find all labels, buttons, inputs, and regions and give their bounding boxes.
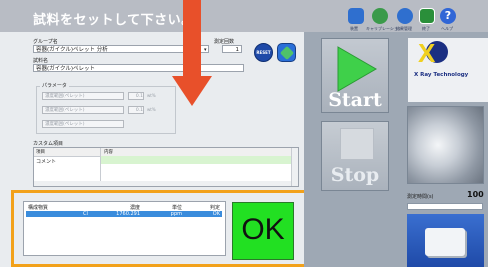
- custom-items-scrollbar[interactable]: [291, 148, 298, 186]
- highlight-frame: [11, 190, 307, 267]
- brand-logo: X X Ray Technology: [408, 38, 488, 102]
- sample-label: 試料名: [33, 58, 49, 64]
- param-3-label: 濃度範囲(ペレット): [45, 122, 85, 127]
- measurement-progress-bar: [407, 203, 483, 210]
- help-icon[interactable]: ?: [440, 8, 456, 24]
- down-arrow-icon: [172, 0, 212, 106]
- param-1-select[interactable]: 濃度範囲(ペレット): [42, 92, 124, 100]
- param-3-select[interactable]: 濃度範囲(ペレット): [42, 120, 124, 128]
- calibration-icon[interactable]: [372, 8, 388, 24]
- edit-settings-button[interactable]: [277, 43, 296, 62]
- edit-icon: [279, 45, 295, 61]
- custom-items-hscrollbar[interactable]: [34, 181, 291, 186]
- parameters-label: パラメータ: [40, 82, 69, 89]
- sample-camera-view: [407, 106, 484, 184]
- instrument-image: [407, 214, 484, 267]
- count-value: 1: [235, 47, 240, 53]
- results-icon[interactable]: [397, 8, 413, 24]
- comment-input[interactable]: [101, 156, 291, 164]
- param-1-label: 濃度範囲(ペレット): [45, 94, 85, 99]
- stop-icon: [340, 128, 374, 160]
- instrument-icon: [425, 228, 465, 256]
- param-2-label: 濃度範囲(ペレット): [45, 108, 85, 113]
- custom-header-item: 項目: [36, 150, 45, 155]
- count-stepper[interactable]: 1: [222, 45, 242, 53]
- reset-button[interactable]: RESET: [254, 43, 273, 62]
- start-label: Start: [328, 89, 382, 111]
- param-2-unit: wt%: [147, 107, 156, 112]
- sample-name-field[interactable]: 容器(ガイクル)ペレット: [33, 64, 244, 72]
- custom-items-label: カスタム項目: [33, 141, 64, 147]
- logo-x-icon: X: [418, 38, 436, 68]
- start-button[interactable]: Start: [321, 38, 389, 113]
- stop-label: Stop: [330, 164, 380, 186]
- device-icon[interactable]: [348, 8, 364, 24]
- param-1-value-field[interactable]: 0.1: [128, 92, 144, 100]
- param-1-unit: wt%: [147, 93, 156, 98]
- sample-name-value: 容器(ガイクル)ペレット: [36, 66, 96, 72]
- group-label: グループ名: [33, 39, 58, 45]
- play-icon: [337, 46, 377, 92]
- stop-button[interactable]: Stop: [321, 121, 389, 191]
- reset-label: RESET: [256, 50, 271, 55]
- count-label: 測定回数: [214, 39, 235, 45]
- exit-icon[interactable]: [419, 8, 435, 24]
- measurement-time-value: 100: [467, 190, 484, 199]
- measurement-time-label: 測定時間(s): [407, 194, 434, 200]
- group-select-value: 容器(ガイクル)ペレット 分析: [36, 47, 108, 53]
- param-2-value-field[interactable]: 0.1: [128, 106, 144, 114]
- brand-name: X Ray Technology: [414, 72, 469, 78]
- custom-row-comment: コメント: [36, 159, 57, 165]
- page-title: 試料をセットして下さい。: [33, 13, 195, 28]
- custom-header-content: 内容: [104, 150, 113, 155]
- param-2-select[interactable]: 濃度範囲(ペレット): [42, 106, 124, 114]
